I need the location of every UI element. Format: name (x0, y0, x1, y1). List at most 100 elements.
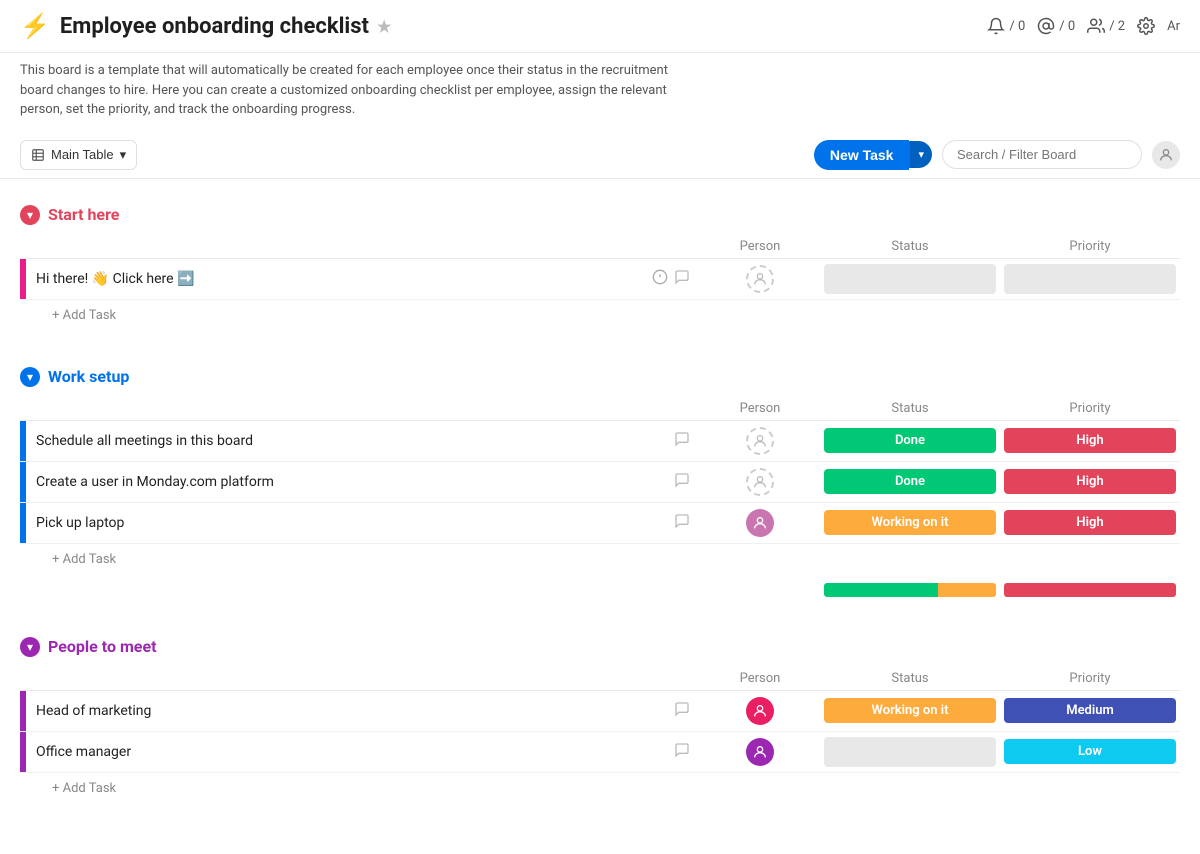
page-description: This board is a template that will autom… (0, 53, 700, 132)
person-cell (700, 697, 820, 725)
status-empty[interactable] (824, 264, 996, 294)
add-task-row[interactable]: + Add Task (20, 300, 1180, 331)
table-row: Head of marketing Working on it Medium (20, 691, 1180, 732)
user-icon (1158, 147, 1174, 163)
summary-status-segment (938, 583, 996, 597)
priority-cell: Low (1000, 735, 1180, 768)
chevron-down-icon: ▾ (120, 147, 127, 163)
priority-cell: Medium (1000, 694, 1180, 727)
users-icon-group[interactable]: / 2 (1087, 17, 1125, 35)
status-cell: Working on it (820, 694, 1000, 727)
col-priority-header: Priority (1000, 401, 1180, 416)
priority-empty[interactable] (1004, 264, 1176, 294)
col-person-header: Person (700, 671, 820, 686)
col-priority-header: Priority (1000, 239, 1180, 254)
group-start-here: ▾ Start here Person Status Priority Hi t… (20, 199, 1180, 331)
mentions-icon (1037, 17, 1055, 35)
group-header: ▾ People to meet (20, 631, 1180, 663)
col-status-header: Status (820, 401, 1000, 416)
group-title[interactable]: Start here (48, 205, 119, 224)
table-view-button[interactable]: Main Table ▾ (20, 140, 137, 170)
group-toggle[interactable]: ▾ (20, 367, 40, 387)
person-avatar-placeholder[interactable] (746, 468, 774, 496)
priority-badge[interactable]: Low (1004, 739, 1176, 764)
task-icons (664, 472, 700, 492)
summary-status-bar (820, 579, 1000, 601)
priority-badge[interactable]: High (1004, 428, 1176, 453)
current-user-avatar[interactable] (1152, 141, 1180, 169)
header-actions: / 0 / 0 / 2 Ar (987, 17, 1180, 35)
users-count: / 2 (1109, 19, 1125, 34)
table-view-label: Main Table (51, 147, 114, 162)
chat-icon[interactable] (674, 513, 690, 533)
column-headers: Person Status Priority (20, 235, 1180, 259)
table-row: Create a user in Monday.com platform Don… (20, 462, 1180, 503)
person-avatar-placeholder[interactable] (746, 265, 774, 293)
priority-cell (1000, 260, 1180, 298)
chat-icon[interactable] (674, 701, 690, 721)
status-badge[interactable]: Done (824, 428, 996, 453)
task-name[interactable]: Create a user in Monday.com platform (26, 466, 664, 498)
summary-status-bar-inner (824, 583, 996, 597)
group-title[interactable]: Work setup (48, 367, 129, 386)
group-people-to-meet: ▾ People to meet Person Status Priority … (20, 631, 1180, 804)
task-name[interactable]: Head of marketing (26, 695, 664, 727)
col-person-header: Person (700, 239, 820, 254)
notifications-icon-group[interactable]: / 0 (987, 17, 1025, 35)
col-person-header: Person (700, 401, 820, 416)
status-badge[interactable]: Working on it (824, 510, 996, 535)
chat-icon[interactable] (674, 742, 690, 762)
info-icon[interactable] (652, 269, 668, 289)
new-task-dropdown-button[interactable]: ▾ (909, 141, 932, 168)
add-task-row[interactable]: + Add Task (20, 773, 1180, 804)
mentions-icon-group[interactable]: / 0 (1037, 17, 1075, 35)
chat-icon[interactable] (674, 472, 690, 492)
chat-icon[interactable] (674, 269, 690, 289)
search-input[interactable] (942, 140, 1142, 169)
summary-priority-bar-inner (1004, 583, 1176, 597)
new-task-wrapper: New Task ▾ (814, 140, 932, 170)
table-row: Schedule all meetings in this board Done… (20, 421, 1180, 462)
group-toggle[interactable]: ▾ (20, 205, 40, 225)
status-badge[interactable]: Working on it (824, 698, 996, 723)
status-badge[interactable]: Done (824, 469, 996, 494)
summary-priority-bar (1000, 579, 1180, 601)
page-title: Employee onboarding checklist ★ (60, 14, 391, 39)
group-header: ▾ Work setup (20, 361, 1180, 393)
task-icons (642, 269, 700, 289)
toolbar-left: Main Table ▾ (20, 140, 137, 170)
priority-badge[interactable]: High (1004, 510, 1176, 535)
overflow-label[interactable]: Ar (1167, 19, 1180, 34)
app-logo-icon: ⚡ (20, 12, 50, 40)
status-cell: Done (820, 424, 1000, 457)
page-header: ⚡ Employee onboarding checklist ★ / 0 / … (0, 0, 1200, 53)
priority-badge[interactable]: High (1004, 469, 1176, 494)
group-work-setup: ▾ Work setup Person Status Priority Sche… (20, 361, 1180, 601)
task-name[interactable]: Office manager (26, 736, 664, 768)
task-name[interactable]: Schedule all meetings in this board (26, 425, 664, 457)
person-avatar[interactable] (746, 509, 774, 537)
priority-cell: High (1000, 465, 1180, 498)
summary-row (20, 579, 1180, 601)
group-title[interactable]: People to meet (48, 637, 157, 656)
task-name[interactable]: Hi there! 👋 Click here ➡️ (26, 263, 642, 295)
column-headers: Person Status Priority (20, 397, 1180, 421)
column-headers: Person Status Priority (20, 667, 1180, 691)
task-icons (664, 742, 700, 762)
person-avatar[interactable] (746, 738, 774, 766)
person-cell (700, 468, 820, 496)
add-task-label: + Add Task (52, 552, 116, 567)
priority-badge[interactable]: Medium (1004, 698, 1176, 723)
new-task-button[interactable]: New Task (814, 140, 910, 170)
add-task-row[interactable]: + Add Task (20, 544, 1180, 575)
star-icon[interactable]: ★ (377, 17, 391, 36)
status-empty[interactable] (824, 737, 996, 767)
person-avatar-placeholder[interactable] (746, 427, 774, 455)
main-content: ▾ Start here Person Status Priority Hi t… (0, 179, 1200, 854)
task-name[interactable]: Pick up laptop (26, 507, 664, 539)
group-toggle[interactable]: ▾ (20, 637, 40, 657)
status-cell (820, 260, 1000, 298)
settings-icon-group[interactable] (1137, 17, 1155, 35)
person-avatar[interactable] (746, 697, 774, 725)
chat-icon[interactable] (674, 431, 690, 451)
